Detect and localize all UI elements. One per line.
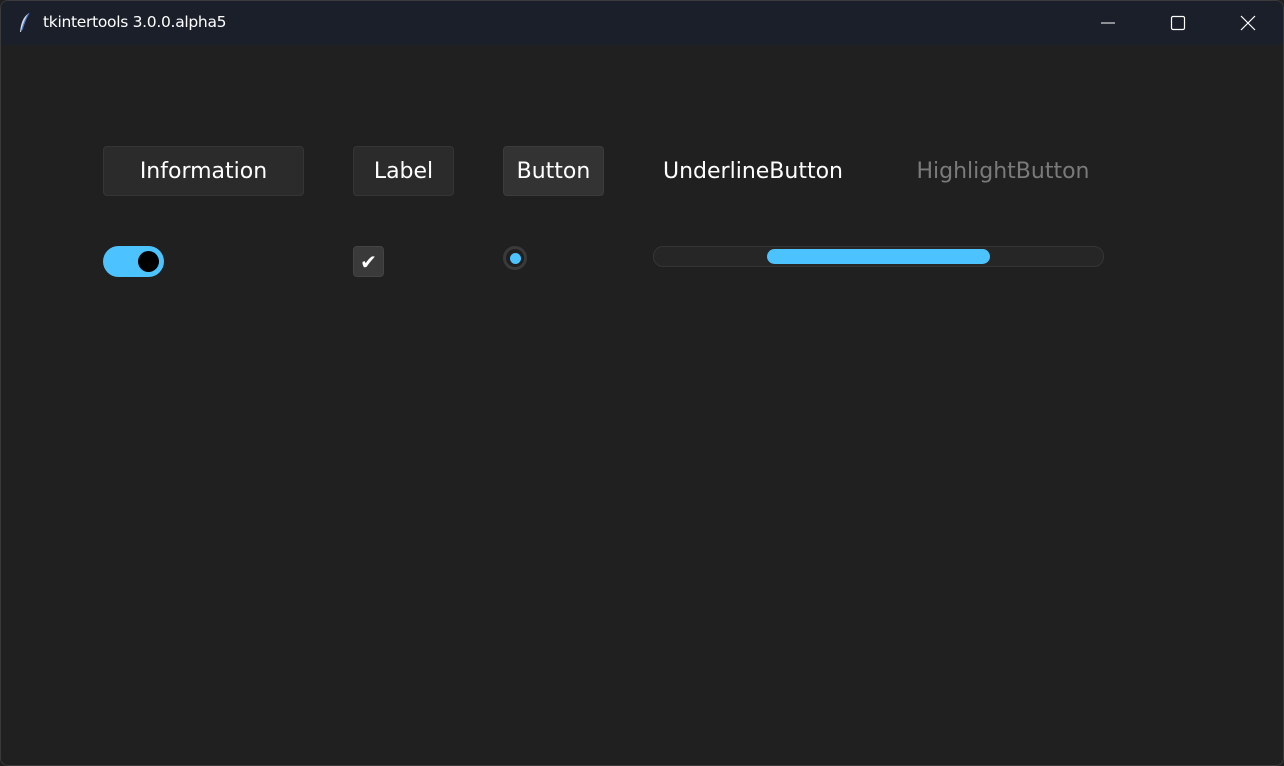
progress-bar xyxy=(653,246,1104,267)
switch-knob xyxy=(138,251,159,272)
highlight-button[interactable]: HighlightButton xyxy=(893,146,1113,196)
minimize-icon xyxy=(1101,22,1115,24)
feather-icon xyxy=(20,12,30,32)
checkbox[interactable]: ✔ xyxy=(353,246,384,277)
label-widget: Label xyxy=(353,146,454,196)
maximize-button[interactable] xyxy=(1143,1,1213,45)
underline-button[interactable]: UnderlineButton xyxy=(643,146,863,196)
progress-fill xyxy=(767,249,990,264)
check-icon: ✔ xyxy=(360,249,377,274)
window-title: tkintertools 3.0.0.alpha5 xyxy=(43,13,227,31)
maximize-icon xyxy=(1170,15,1186,31)
information-widget: Information xyxy=(103,146,304,196)
title-bar[interactable]: tkintertools 3.0.0.alpha5 xyxy=(1,1,1283,45)
minimize-button[interactable] xyxy=(1073,1,1143,45)
canvas: Information Label Button UnderlineButton… xyxy=(1,45,1283,765)
radio-dot xyxy=(509,252,521,264)
close-icon xyxy=(1240,15,1256,31)
radio-button[interactable] xyxy=(503,246,527,270)
close-button[interactable] xyxy=(1213,1,1283,45)
app-window: tkintertools 3.0.0.alpha5 Information La… xyxy=(0,0,1284,766)
button-widget[interactable]: Button xyxy=(503,146,604,196)
toggle-switch[interactable] xyxy=(103,246,164,277)
